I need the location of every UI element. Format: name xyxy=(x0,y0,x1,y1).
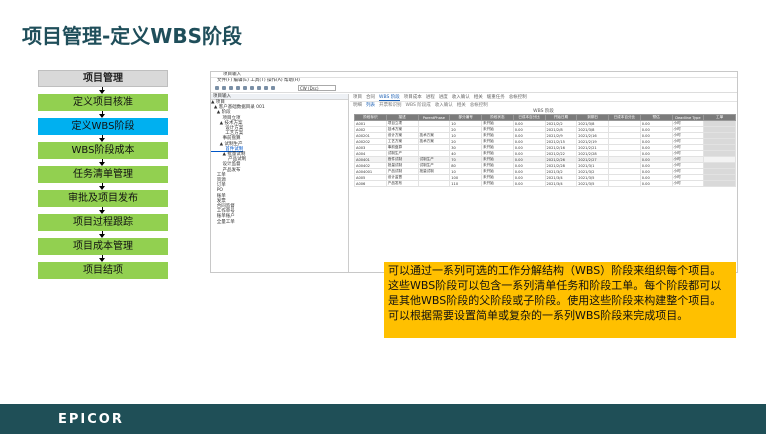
undo-icon xyxy=(243,86,247,90)
detail-tab[interactable]: WBS 阶段 xyxy=(379,95,400,101)
detail-subtab[interactable]: 总帐控制 xyxy=(470,103,488,108)
flow-step-3: WBS阶段成本 xyxy=(38,142,168,159)
flow-step-6: 项目过程跟踪 xyxy=(38,214,168,231)
grid-cell: 2021/3/5 xyxy=(576,180,609,187)
detail-subtabs: 明细 列表 开票和识别 WBS 阶段成 收入确认 相关 总帐控制 xyxy=(350,102,737,109)
flow-step-4: 任务清单管理 xyxy=(38,166,168,183)
company-select: CW (Dsc) xyxy=(298,85,336,91)
save-icon xyxy=(222,86,226,90)
flow-arrow xyxy=(38,183,168,190)
grid-cell: A006 xyxy=(354,180,387,187)
detail-tab[interactable]: 缓重任务 xyxy=(487,95,505,100)
grid-cell xyxy=(608,180,641,187)
detail-pane: 项目 合同 WBS 阶段 项目成本 进程 进度 收入确认 相关 缓重任务 总帐控制 明细 列表 开票和… xyxy=(350,94,737,272)
flow-arrow xyxy=(38,255,168,262)
tree-node[interactable]: 全量工单 xyxy=(211,220,348,225)
tree-view: ▲ 项目 ▲ 客户基础数据目录 001 ▲ 阶段 项目立项 ▲ 技术方案 设计方… xyxy=(211,100,348,225)
flow-arrow xyxy=(38,207,168,214)
slide-title: 项目管理-定义WBS阶段 xyxy=(22,24,243,48)
detail-tab[interactable]: 进度 xyxy=(439,95,448,100)
footer-bar: EPICOR xyxy=(0,404,766,434)
flow-arrow xyxy=(38,231,168,238)
delete-icon xyxy=(229,86,233,90)
embedded-erp-screenshot: 项目输入 文件(F) 编辑(E) 工具(T) 操作(A) 帮助(H) CW (D… xyxy=(210,71,738,273)
description-note: 可以通过一系列可选的工作分解结构（WBS）阶段来组织每个项目。这些WBS阶段可以… xyxy=(384,262,736,338)
flow-arrow xyxy=(38,159,168,166)
table-row[interactable]: A006 产品发布 110 未开始 0.00 2021/3/4 2021/3/5 0.00 小时 xyxy=(354,180,736,187)
detail-subtab[interactable]: 明细 xyxy=(353,103,362,108)
grid-cell: 小时 xyxy=(671,180,705,187)
grid-cell: 2021/3/4 xyxy=(544,180,578,187)
detail-subtab[interactable]: 列表 xyxy=(366,103,375,108)
detail-subtab[interactable]: 相关 xyxy=(457,103,466,108)
settings-icon xyxy=(271,86,275,90)
wbs-phase-grid: 阶段标识 描述 ParentPhase 部分编号 阶段状态 已成本百分比 开始日期 到期日 已成… xyxy=(354,114,736,187)
grid-cell: 0.00 xyxy=(639,180,673,187)
detail-subtab[interactable]: 开票和识别 xyxy=(379,103,402,108)
erp-toolbar: CW (Dsc) xyxy=(211,84,737,93)
flow-arrow xyxy=(38,111,168,118)
grid-cell: 110 xyxy=(449,180,482,187)
grid-cell: 未开始 xyxy=(481,180,514,187)
detail-subtab[interactable]: 收入确认 xyxy=(435,103,453,108)
process-flow: 项目管理 定义项目核准 定义WBS阶段 WBS阶段成本 任务清单管理 审批及项目… xyxy=(38,70,168,279)
detail-tab[interactable]: 总帐控制 xyxy=(509,95,527,100)
tree-pane: 项目输入 ▲ 项目 ▲ 客户基础数据目录 001 ▲ 阶段 项目立项 ▲ 技术方… xyxy=(211,94,349,272)
detail-tab[interactable]: 项目 xyxy=(353,95,362,100)
refresh-icon xyxy=(236,86,240,90)
grid-cell: 产品发布 xyxy=(385,180,419,187)
search-icon xyxy=(257,86,261,90)
print-icon xyxy=(250,86,254,90)
detail-subtab[interactable]: WBS 阶段成 xyxy=(406,103,431,108)
flow-step-5: 审批及项目发布 xyxy=(38,190,168,207)
flow-step-7: 项目成本管理 xyxy=(38,238,168,255)
attach-icon xyxy=(264,86,268,90)
detail-tab[interactable]: 合同 xyxy=(366,95,375,100)
flow-step-8: 项目结项 xyxy=(38,262,168,279)
detail-tab[interactable]: 进程 xyxy=(426,95,435,100)
flow-header: 项目管理 xyxy=(38,70,168,87)
detail-tabs: 项目 合同 WBS 阶段 项目成本 进程 进度 收入确认 相关 缓重任务 总帐控制 xyxy=(350,94,737,102)
grid-cell xyxy=(417,180,451,187)
epicor-logo: EPICOR xyxy=(58,412,124,427)
new-icon xyxy=(215,86,219,90)
detail-tab[interactable]: 相关 xyxy=(474,95,483,100)
grid-cell xyxy=(703,180,736,187)
grid-cell: 0.00 xyxy=(512,180,546,187)
detail-tab[interactable]: 项目成本 xyxy=(404,95,422,100)
flow-step-2: 定义WBS阶段 xyxy=(38,118,168,135)
flow-step-1: 定义项目核准 xyxy=(38,94,168,111)
flow-arrow xyxy=(38,87,168,94)
detail-tab[interactable]: 收入确认 xyxy=(452,95,470,100)
flow-arrow xyxy=(38,135,168,142)
